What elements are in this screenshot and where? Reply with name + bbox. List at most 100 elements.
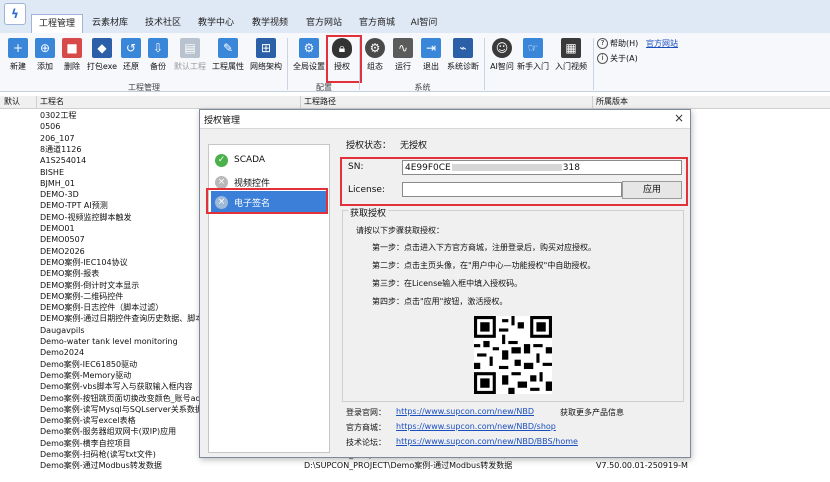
network-icon: ⊞: [256, 38, 276, 58]
forum-link[interactable]: https://www.supcon.com/new/NBD/BBS/home: [396, 437, 578, 446]
tab-teaching-videos[interactable]: 教学视频: [247, 14, 293, 32]
column-divider: [592, 96, 593, 108]
project-name[interactable]: Demo案例-Memory驱动: [40, 371, 131, 381]
status-label: 授权状态：: [346, 141, 392, 151]
sn-redaction: [451, 164, 562, 171]
step-1: 第一步：点击进入下方官方商城，注册登录后，购买对应授权。: [372, 243, 596, 252]
ai-ask-button[interactable]: ☺ AI智问: [489, 36, 515, 80]
check-shield-icon: ✓: [215, 153, 228, 167]
project-version[interactable]: V7.50.00.01-250919-M: [596, 461, 688, 471]
qr-code-icon: [474, 316, 552, 394]
website-link[interactable]: https://www.supcon.com/new/NBD: [396, 407, 534, 416]
store-link[interactable]: https://www.supcon.com/new/NBD/shop: [396, 422, 556, 431]
tab-project-management[interactable]: 工程管理: [31, 14, 83, 33]
project-name[interactable]: DEMO案例-报表: [40, 269, 99, 279]
authorize-button[interactable]: 🔒︎ 授权: [329, 36, 355, 80]
project-name[interactable]: DEMO-3D: [40, 190, 79, 200]
cross-shield-icon: ×: [215, 175, 228, 189]
project-name[interactable]: Demo案例-通过Modbus转发数据: [40, 461, 162, 471]
project-name[interactable]: BJMH_01: [40, 179, 75, 189]
group-label-system: 系统: [414, 83, 431, 92]
project-name[interactable]: 206_107: [40, 134, 75, 144]
default-project-button[interactable]: ▤ 默认工程: [172, 36, 208, 80]
project-properties-button[interactable]: ✎ 工程属性: [210, 36, 246, 80]
project-name[interactable]: A1S254014: [40, 156, 86, 166]
project-name[interactable]: Demo案例-按钮跳页面切换改变颜色_账号ad: [40, 394, 201, 404]
project-name[interactable]: Demo案例-读写excel表格: [40, 416, 136, 426]
tab-official-store[interactable]: 官方商城: [354, 14, 400, 32]
run-button[interactable]: ∿ 运行: [390, 36, 416, 80]
project-name[interactable]: DEMO2026: [40, 247, 85, 257]
about-menu[interactable]: i 关于(A): [597, 53, 638, 64]
project-name[interactable]: BISHE: [40, 168, 64, 178]
new-button[interactable]: + 新建: [5, 36, 31, 80]
project-name[interactable]: DEMO0507: [40, 235, 85, 245]
film-icon: ▦: [561, 38, 581, 58]
tab-teaching-center[interactable]: 教学中心: [193, 14, 239, 32]
column-divider: [300, 96, 301, 108]
project-name[interactable]: Demo案例-IEC61850驱动: [40, 360, 137, 370]
add-icon: ⊕: [35, 38, 55, 58]
configure-button[interactable]: ⚙ 组态: [362, 36, 388, 80]
help-menu[interactable]: ? 帮助(H): [597, 38, 638, 49]
project-name[interactable]: DEMO案例-IEC104协议: [40, 258, 128, 268]
backup-icon: ⇩: [148, 38, 168, 58]
tab-tech-community[interactable]: 技术社区: [140, 14, 186, 32]
project-name[interactable]: Demo2024: [40, 348, 84, 358]
column-divider: [36, 96, 37, 108]
group-separator: [484, 38, 485, 90]
project-name[interactable]: DEMO案例-二维码控件: [40, 292, 123, 302]
add-button[interactable]: ⊕ 添加: [32, 36, 58, 80]
robot-icon: ☺: [492, 38, 512, 58]
license-input[interactable]: [402, 182, 622, 197]
project-name[interactable]: DEMO案例-倒计时文本显示: [40, 281, 139, 291]
exit-button[interactable]: ⇥ 退出: [418, 36, 444, 80]
restore-button[interactable]: ↺ 还原: [118, 36, 144, 80]
properties-icon: ✎: [218, 38, 238, 58]
project-name[interactable]: Demo案例-横李自控项目: [40, 439, 131, 449]
info-icon: i: [597, 53, 608, 64]
global-settings-button[interactable]: ⚙ 全局设置: [291, 36, 327, 80]
column-header-name[interactable]: 工程名: [40, 96, 64, 108]
step-3: 第三步：在License输入框中填入授权码。: [372, 279, 523, 288]
sn-field[interactable]: 4E99F0CE 318: [402, 160, 682, 175]
column-header-version[interactable]: 所属版本: [596, 96, 628, 108]
package-exe-button[interactable]: ◆ 打包exe: [86, 36, 118, 80]
backup-button[interactable]: ⇩ 备份: [145, 36, 171, 80]
tab-official-site[interactable]: 官方网站: [301, 14, 347, 32]
project-name[interactable]: Demo案例-扫码枪(读写txt文件): [40, 450, 156, 460]
column-header-path[interactable]: 工程路径: [304, 96, 336, 108]
list-item-scada[interactable]: ✓ SCADA: [211, 149, 327, 171]
project-name[interactable]: Demo案例-服务器组双网卡(双IP)应用: [40, 427, 176, 437]
step-4: 第四步：点击"应用"按钮，激活授权。: [372, 297, 508, 306]
network-architecture-button[interactable]: ⊞ 网络架构: [248, 36, 284, 80]
project-name[interactable]: DEMO案例-通过日期控件查询历史数据、脚本: [40, 314, 203, 324]
project-path[interactable]: D:\SUPCON_PROJECT\Demo案例-通过Modbus转发数据: [304, 461, 512, 471]
apply-button[interactable]: 应用: [622, 181, 682, 199]
beginner-guide-button[interactable]: ☞ 新手入门: [516, 36, 550, 80]
official-site-link[interactable]: 官方网站: [646, 38, 678, 49]
tab-cloud-assets[interactable]: 云素材库: [87, 14, 133, 32]
project-name[interactable]: Demo案例-vbs脚本写入与获取输入框内容: [40, 382, 193, 392]
project-name[interactable]: DEMO案例-日志控件（脚本过滤）: [40, 303, 163, 313]
dialog-title: 授权管理: [204, 116, 241, 126]
forum-label: 技术论坛：: [346, 438, 386, 447]
project-name[interactable]: DEMO-视频监控脚本触发: [40, 213, 132, 223]
close-icon[interactable]: ×: [674, 111, 684, 125]
intro-video-button[interactable]: ▦ 入门视频: [553, 36, 589, 80]
tab-ai-ask[interactable]: AI智问: [406, 14, 442, 32]
default-project-icon: ▤: [180, 38, 200, 58]
new-icon: +: [8, 38, 28, 58]
project-name[interactable]: Demo-water tank level monitoring: [40, 337, 178, 347]
sn-value-start: 4E99F0CE: [405, 162, 451, 173]
project-name[interactable]: 0506: [40, 122, 60, 132]
delete-button[interactable]: ■ 删除: [59, 36, 85, 80]
project-name[interactable]: DEMO01: [40, 224, 75, 234]
column-header-default[interactable]: 默认: [4, 96, 20, 108]
system-diagnosis-button[interactable]: ⌁ 系统诊断: [446, 36, 480, 80]
project-name[interactable]: DEMO-TPT AI预测: [40, 201, 108, 211]
project-name[interactable]: 8通道1126: [40, 145, 81, 155]
project-name[interactable]: Demo案例-读写Mysql与SQLserver关系数据: [40, 405, 203, 415]
project-name[interactable]: Daugavpils: [40, 326, 85, 336]
project-name[interactable]: 0302工程: [40, 111, 76, 121]
